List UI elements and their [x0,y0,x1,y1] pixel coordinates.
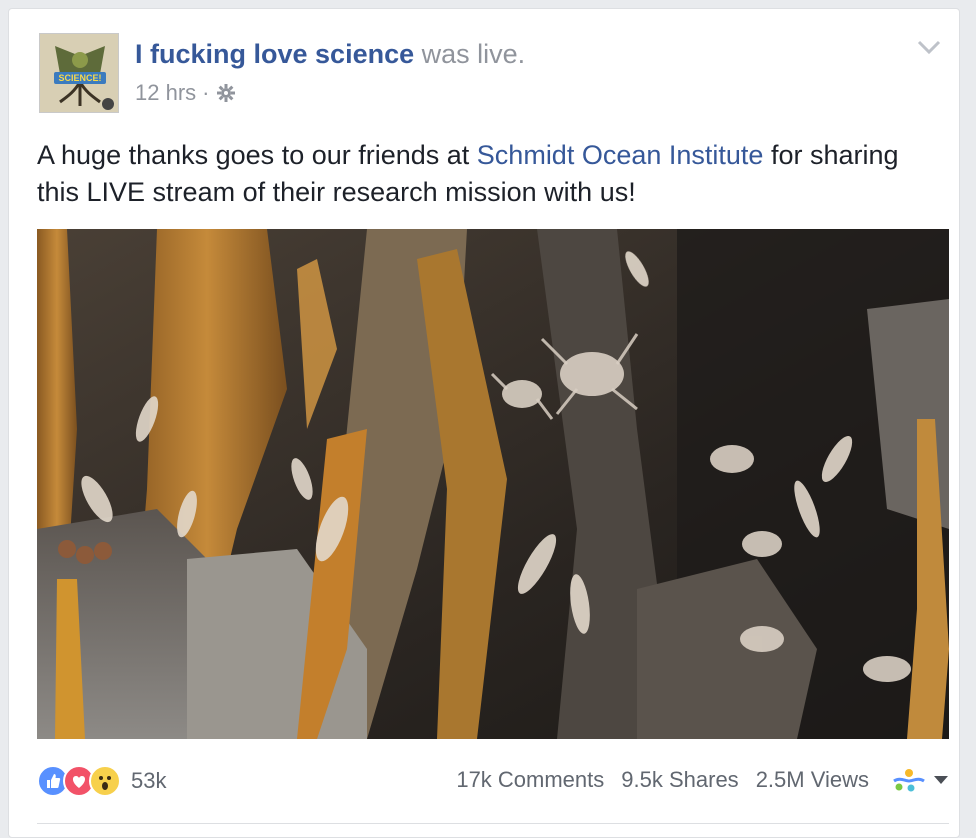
wow-icon [89,765,121,797]
page-name-link[interactable]: I fucking love science [135,39,414,69]
svg-text:SCIENCE!: SCIENCE! [58,73,101,83]
comments-count[interactable]: 17k Comments [456,767,604,793]
post-timestamp[interactable]: 12 hrs [135,79,196,107]
views-count[interactable]: 2.5M Views [756,767,869,793]
audience-selector[interactable] [891,767,949,793]
audience-icon [893,769,925,792]
post-text-start: A huge thanks goes to our friends at [37,140,477,170]
gear-icon[interactable] [215,82,237,104]
reaction-count: 53k [131,768,167,793]
chevron-down-icon[interactable] [915,37,943,57]
post-header: I fucking love science was live. [135,37,525,71]
reactions-summary[interactable]: 53k [37,765,166,797]
video-thumbnail [37,229,949,739]
meta-separator: · [202,80,210,105]
feed-post-card: SCIENCE! I fucking love science was live… [8,8,960,838]
caret-down-icon [934,776,948,784]
post-meta: 12 hrs · [135,79,237,107]
institute-link[interactable]: Schmidt Ocean Institute [477,140,764,170]
post-message: A huge thanks goes to our friends at Sch… [37,137,937,211]
post-action: was live. [414,39,526,69]
shares-count[interactable]: 9.5k Shares [621,767,738,793]
page-avatar[interactable]: SCIENCE! [39,33,119,113]
post-stats: 17k Comments 9.5k Shares 2.5M Views [456,767,949,793]
post-footer: 53k 17k Comments 9.5k Shares 2.5M Views [37,761,949,801]
live-video-frame[interactable] [37,229,949,739]
page-logo-icon: SCIENCE! [40,34,118,112]
